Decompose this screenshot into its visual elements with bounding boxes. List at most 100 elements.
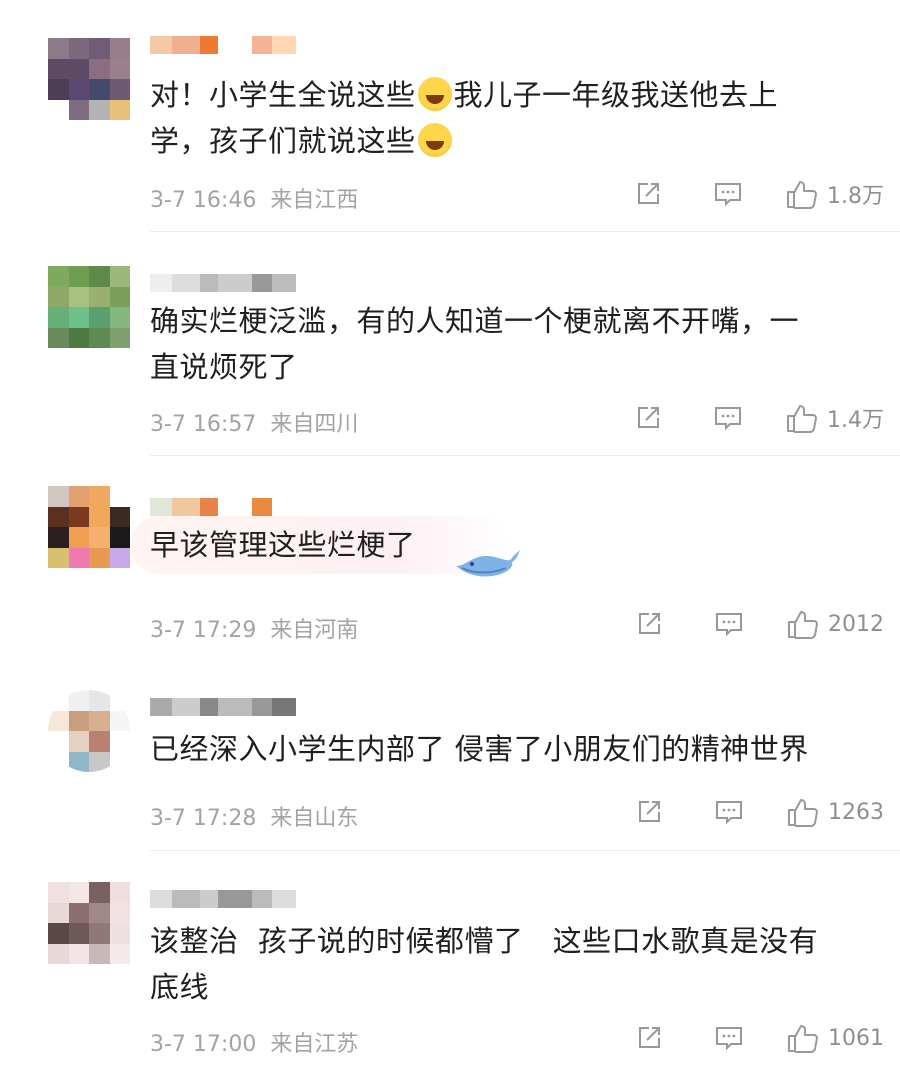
comment-text: 已经深入小学生内部了 侵害了小朋友们的精神世界 (150, 732, 809, 766)
avatar[interactable] (48, 882, 130, 964)
avatar-pixel (68, 38, 89, 59)
username-pixel (172, 698, 200, 716)
comment-actions: 1061 (634, 1022, 884, 1054)
reply-button[interactable] (713, 179, 743, 209)
username-pixel (200, 890, 218, 908)
avatar-pixel (89, 902, 110, 923)
like-button[interactable]: 1.4万 (785, 402, 884, 434)
avatar-pixel (68, 943, 89, 964)
comment-time: 3-7 16:57 (150, 412, 257, 437)
username-pixel (150, 36, 172, 54)
thumbs-up-icon (788, 1025, 818, 1053)
like-count: 1263 (828, 799, 884, 825)
username-pixel (218, 698, 252, 716)
avatar-pixel (48, 506, 69, 527)
username-redacted[interactable] (150, 36, 296, 58)
comment-actions: 1263 (634, 796, 884, 828)
avatar-pixel (109, 923, 130, 944)
avatar-pixel (48, 286, 69, 307)
avatar-pixel (48, 690, 69, 711)
reply-button[interactable] (714, 1023, 744, 1053)
username-redacted[interactable] (150, 890, 296, 912)
whale-icon (456, 550, 520, 577)
thumbs-up-icon (788, 611, 818, 639)
share-button[interactable] (634, 797, 664, 827)
share-icon (638, 183, 659, 204)
username-redacted[interactable] (150, 698, 296, 720)
like-button[interactable]: 2012 (786, 608, 884, 640)
avatar-pixel (89, 327, 110, 348)
username-pixel (200, 498, 218, 516)
avatar-pixel (68, 506, 89, 527)
username-redacted[interactable] (150, 274, 296, 296)
comment-meta: 3-7 16:46 来自江西 (150, 182, 358, 214)
username-pixel (172, 36, 200, 54)
reply-button[interactable] (713, 403, 743, 433)
avatar[interactable] (48, 486, 130, 568)
avatar-pixel (48, 882, 69, 903)
comment-meta: 3-7 16:57 来自四川 (150, 406, 358, 438)
avatar-pixel (68, 527, 89, 548)
comment-text: 确实烂梗泛滥，有的人知道一个梗就离不开嘴，一 直说烦死了 (150, 304, 800, 384)
avatar-pixel (48, 902, 69, 923)
share-button[interactable] (634, 1023, 664, 1053)
avatar-pixel (109, 286, 130, 307)
comment-time: 3-7 17:28 (150, 806, 257, 831)
share-icon (639, 801, 660, 822)
avatar-pixel (109, 79, 130, 100)
comment-location: 来自河南 (270, 618, 359, 643)
avatar-pixel (89, 266, 110, 287)
avatar-pixel (48, 710, 69, 731)
comment-time: 3-7 17:00 (150, 1032, 257, 1057)
comment-location: 来自四川 (270, 412, 359, 437)
reply-button[interactable] (714, 609, 744, 639)
avatar-pixel (89, 99, 110, 120)
avatar-pixel (109, 710, 130, 731)
avatar-pixel (109, 38, 130, 59)
avatar-pixel (48, 266, 69, 287)
reply-button[interactable] (714, 797, 744, 827)
avatar-pixel (109, 527, 130, 548)
avatar[interactable] (48, 266, 130, 348)
username-pixel (272, 698, 296, 716)
avatar[interactable] (48, 38, 130, 120)
avatar-pixel (89, 943, 110, 964)
avatar-pixel (68, 923, 89, 944)
avatar-pixel (89, 38, 110, 59)
avatar-pixel (48, 751, 69, 772)
like-button[interactable]: 1061 (786, 1022, 884, 1054)
avatar-pixel (89, 751, 110, 772)
comment-location: 来自江西 (270, 188, 359, 213)
avatar-pixel (109, 902, 130, 923)
avatar[interactable] (48, 690, 130, 772)
avatar-pixel (48, 943, 69, 964)
thumbs-up-icon (787, 405, 817, 433)
username-pixel (200, 36, 218, 54)
avatar-pixel (68, 751, 89, 772)
laughing-crying-emoji-icon (417, 123, 452, 157)
comment-icon (715, 183, 741, 207)
share-button[interactable] (634, 609, 664, 639)
avatar-pixel (68, 286, 89, 307)
share-button[interactable] (633, 403, 663, 433)
avatar-pixel (109, 506, 130, 527)
like-button[interactable]: 1263 (786, 796, 884, 828)
username-pixel (218, 498, 252, 516)
avatar-pixel (89, 882, 110, 903)
avatar-pixel (68, 58, 89, 79)
share-icon (639, 613, 660, 634)
comment-meta: 3-7 17:29 来自河南 (150, 612, 358, 644)
share-button[interactable] (633, 179, 663, 209)
avatar-pixel (89, 527, 110, 548)
username-pixel (218, 274, 252, 292)
comment-icon (716, 801, 742, 825)
comment-time: 3-7 17:29 (150, 618, 257, 643)
avatar-pixel (109, 327, 130, 348)
username-pixel (150, 498, 172, 516)
avatar-pixel (109, 943, 130, 964)
avatar-pixel (109, 99, 130, 120)
like-button[interactable]: 1.8万 (785, 178, 884, 210)
comment-icon (715, 407, 741, 431)
avatar-pixel (48, 58, 69, 79)
avatar-pixel (89, 58, 110, 79)
